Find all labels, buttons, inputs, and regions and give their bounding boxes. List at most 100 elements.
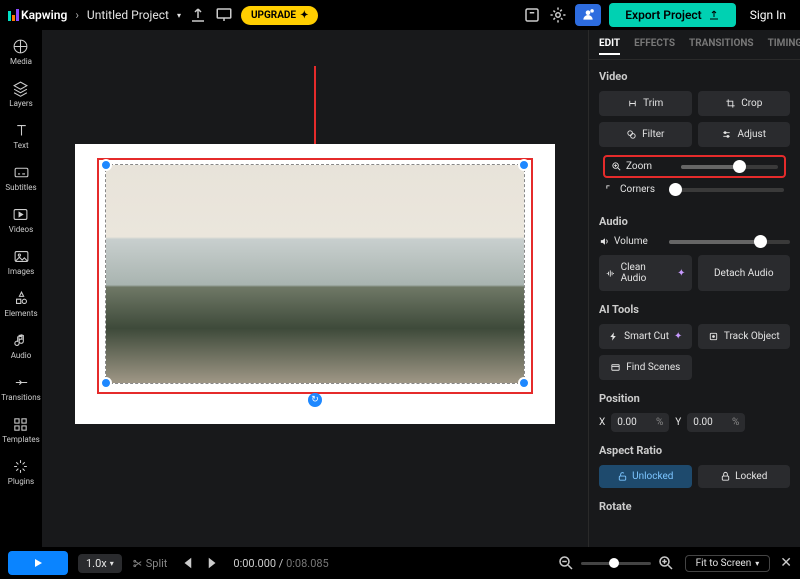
canvas-area[interactable]: ↻	[42, 30, 588, 547]
upgrade-button[interactable]: UPGRADE ✦	[241, 6, 319, 25]
sidebar-item-templates[interactable]: Templates	[2, 416, 39, 444]
app-logo[interactable]: Kapwing	[8, 8, 67, 22]
side-nav: Media Layers Text Subtitles Videos Image…	[0, 30, 42, 547]
filter-icon	[626, 129, 637, 140]
tab-effects[interactable]: EFFECTS	[634, 38, 675, 55]
chevron-down-icon[interactable]: ▾	[177, 11, 181, 20]
corners-icon	[605, 184, 616, 195]
fit-to-screen-button[interactable]: Fit to Screen ▾	[685, 555, 771, 572]
tab-edit[interactable]: EDIT	[599, 38, 620, 55]
top-bar: Kapwing › Untitled Project ▾ UPGRADE ✦ E…	[0, 0, 800, 30]
trim-icon	[627, 98, 638, 109]
share-button[interactable]	[575, 4, 601, 26]
zoom-in-button[interactable]	[657, 554, 675, 572]
play-icon	[32, 557, 44, 569]
elements-icon	[13, 290, 30, 307]
logo-icon	[8, 9, 19, 21]
pos-x-label: X	[599, 417, 605, 428]
resize-handle-bl[interactable]	[100, 377, 112, 389]
clean-audio-button[interactable]: Clean Audio ✦	[599, 255, 692, 291]
adjust-icon	[721, 129, 732, 140]
position-section-title: Position	[599, 392, 790, 405]
rotate-section-title: Rotate	[599, 500, 790, 513]
aspect-section-title: Aspect Ratio	[599, 444, 790, 457]
media-icon	[12, 38, 29, 55]
rotate-handle[interactable]: ↻	[308, 393, 322, 407]
crop-button[interactable]: Crop	[698, 91, 791, 116]
pos-x-input[interactable]: 0.00 %	[611, 413, 669, 432]
prev-frame-button[interactable]	[177, 554, 195, 572]
gear-icon[interactable]	[549, 6, 567, 24]
sidebar-item-media[interactable]: Media	[10, 38, 32, 66]
media-selection[interactable]: ↻	[105, 164, 525, 384]
sign-in-link[interactable]: Sign In	[744, 8, 792, 22]
zoom-out-button[interactable]	[557, 554, 575, 572]
sidebar-item-plugins[interactable]: Plugins	[8, 458, 34, 486]
find-scenes-button[interactable]: Find Scenes	[599, 355, 692, 380]
sidebar-item-subtitles[interactable]: Subtitles	[5, 164, 36, 192]
timeline-zoom-slider[interactable]	[581, 562, 651, 565]
bolt-icon	[608, 331, 619, 342]
main-area: Media Layers Text Subtitles Videos Image…	[0, 30, 800, 547]
split-button[interactable]: Split	[132, 557, 168, 570]
bottom-bar: 1.0x ▾ Split 0:00.000 / 0:08.085 Fit to …	[0, 547, 800, 579]
speed-selector[interactable]: 1.0x ▾	[78, 554, 122, 573]
right-panel: EDIT EFFECTS TRANSITIONS TIMING Video Tr…	[588, 30, 800, 547]
track-object-button[interactable]: Track Object	[698, 324, 791, 349]
images-icon	[13, 248, 30, 265]
volume-icon	[599, 236, 610, 247]
project-title[interactable]: Untitled Project	[87, 8, 169, 22]
video-section-title: Video	[599, 70, 790, 83]
volume-label: Volume	[599, 236, 661, 247]
present-icon[interactable]	[215, 6, 233, 24]
smart-cut-button[interactable]: Smart Cut ✦	[599, 324, 692, 349]
export-button[interactable]: Export Project	[609, 3, 735, 27]
history-icon[interactable]	[523, 6, 541, 24]
chevron-down-icon: ▾	[755, 559, 759, 568]
timecode: 0:00.000 / 0:08.085	[233, 557, 328, 570]
sidebar-item-layers[interactable]: Layers	[9, 80, 32, 108]
locked-toggle[interactable]: Locked	[698, 465, 791, 488]
filter-button[interactable]: Filter	[599, 122, 692, 147]
detach-audio-button[interactable]: Detach Audio	[698, 255, 791, 291]
layers-icon	[12, 80, 29, 97]
sidebar-item-transitions[interactable]: Transitions	[1, 374, 41, 402]
canvas-stage[interactable]: ↻	[75, 144, 555, 424]
plugins-icon	[12, 458, 29, 475]
resize-handle-tl[interactable]	[100, 159, 112, 171]
pos-y-input[interactable]: 0.00 %	[687, 413, 745, 432]
lock-icon	[720, 471, 731, 482]
upload-icon[interactable]	[189, 6, 207, 24]
crop-icon	[725, 98, 736, 109]
sparkle-icon: ✦	[300, 10, 308, 21]
text-icon	[13, 122, 30, 139]
zoom-slider[interactable]	[681, 165, 778, 169]
waveform-icon	[605, 268, 616, 279]
volume-slider[interactable]	[669, 240, 790, 244]
trim-button[interactable]: Trim	[599, 91, 692, 116]
resize-handle-br[interactable]	[518, 377, 530, 389]
sidebar-item-images[interactable]: Images	[8, 248, 34, 276]
crumb-sep: ›	[75, 8, 79, 22]
next-frame-button[interactable]	[205, 554, 223, 572]
pos-y-label: Y	[675, 417, 681, 428]
play-button[interactable]	[8, 551, 68, 575]
sidebar-item-elements[interactable]: Elements	[4, 290, 37, 318]
templates-icon	[12, 416, 29, 433]
sidebar-item-videos[interactable]: Videos	[9, 206, 33, 234]
sidebar-item-audio[interactable]: Audio	[11, 332, 32, 360]
brand-name: Kapwing	[21, 8, 67, 22]
audio-icon	[12, 332, 29, 349]
tab-transitions[interactable]: TRANSITIONS	[689, 38, 754, 55]
sparkle-icon: ✦	[677, 268, 685, 279]
sparkle-icon: ✦	[674, 331, 682, 342]
tab-timing[interactable]: TIMING	[768, 38, 800, 55]
resize-handle-tr[interactable]	[518, 159, 530, 171]
adjust-button[interactable]: Adjust	[698, 122, 791, 147]
chevron-down-icon: ▾	[110, 559, 114, 568]
videos-icon	[12, 206, 29, 223]
unlocked-toggle[interactable]: Unlocked	[599, 465, 692, 488]
corners-slider[interactable]	[675, 188, 784, 192]
sidebar-item-text[interactable]: Text	[13, 122, 30, 150]
close-icon[interactable]: ✕	[780, 555, 792, 571]
